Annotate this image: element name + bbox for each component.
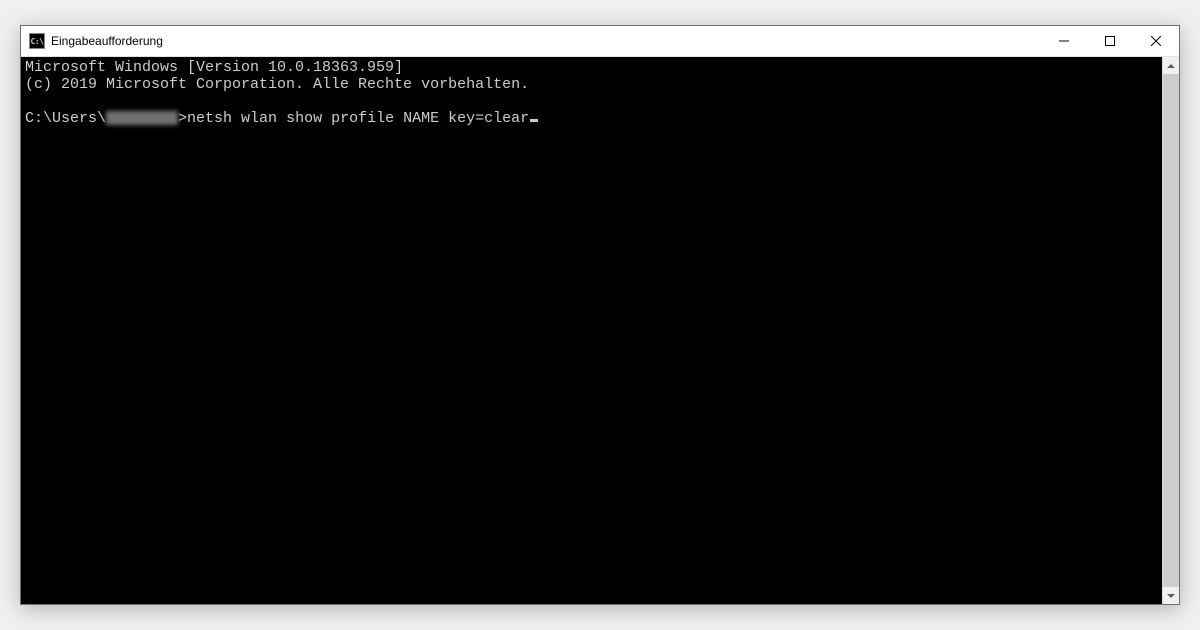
prompt-path-prefix: C:\Users\ <box>25 110 106 127</box>
copyright-line: (c) 2019 Microsoft Corporation. Alle Rec… <box>25 76 1158 93</box>
maximize-button[interactable] <box>1087 26 1133 56</box>
prompt-line: C:\Users\████████>netsh wlan show profil… <box>25 110 1158 127</box>
minimize-button[interactable] <box>1041 26 1087 56</box>
app-icon: C:\ <box>29 33 45 49</box>
scroll-track[interactable] <box>1163 74 1179 587</box>
terminal-output[interactable]: Microsoft Windows [Version 10.0.18363.95… <box>21 57 1162 604</box>
vertical-scrollbar[interactable] <box>1162 57 1179 604</box>
username-redacted: ████████ <box>106 111 178 125</box>
blank-line <box>25 93 1158 110</box>
scroll-down-button[interactable] <box>1163 587 1179 604</box>
command-text: netsh wlan show profile NAME key=clear <box>187 110 529 127</box>
cursor <box>530 119 538 122</box>
close-button[interactable] <box>1133 26 1179 56</box>
prompt-suffix: > <box>178 110 187 127</box>
window-controls <box>1041 26 1179 56</box>
terminal-area: Microsoft Windows [Version 10.0.18363.95… <box>21 57 1179 604</box>
window-title: Eingabeaufforderung <box>51 34 1041 48</box>
titlebar[interactable]: C:\ Eingabeaufforderung <box>21 26 1179 57</box>
version-line: Microsoft Windows [Version 10.0.18363.95… <box>25 59 1158 76</box>
scroll-up-button[interactable] <box>1163 57 1179 74</box>
scroll-thumb[interactable] <box>1163 74 1179 587</box>
command-prompt-window: C:\ Eingabeaufforderung Microsoft Window… <box>20 25 1180 605</box>
